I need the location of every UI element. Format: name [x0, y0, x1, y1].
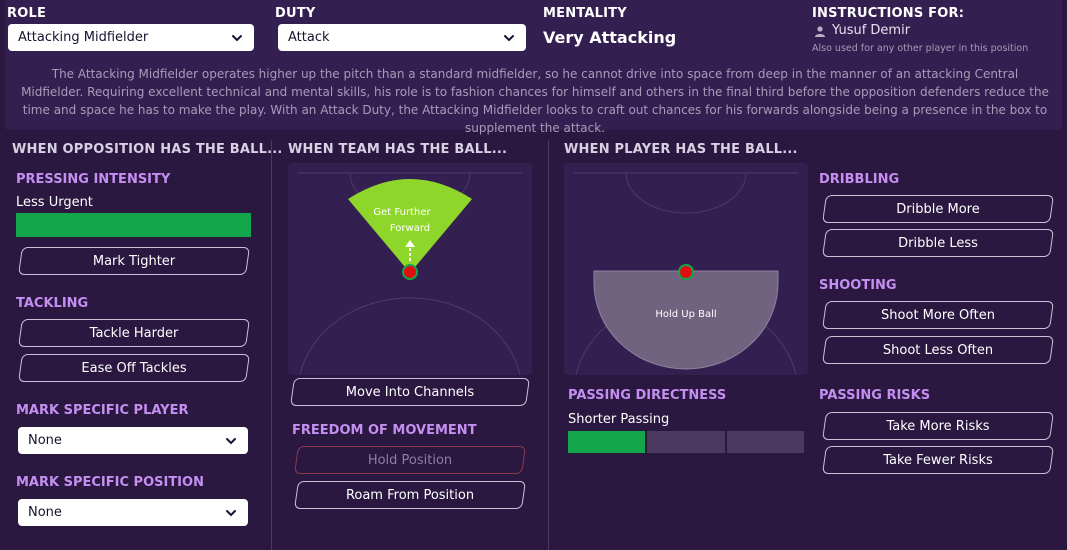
- duty-select-value: Attack: [288, 30, 330, 45]
- chevron-down-icon: [504, 34, 514, 41]
- passing-directness-segment[interactable]: [568, 431, 646, 453]
- hold-up-ball-zone[interactable]: [593, 270, 779, 370]
- user-icon: [815, 25, 825, 37]
- mark-tighter-button[interactable]: Mark Tighter: [20, 247, 248, 275]
- dribbling-title: DRIBBLING: [819, 172, 900, 187]
- take-more-risks-button[interactable]: Take More Risks: [824, 412, 1052, 440]
- shoot-less-often-button[interactable]: Shoot Less Often: [824, 336, 1052, 364]
- player-pitch: Hold Up Ball: [564, 163, 808, 375]
- pressing-intensity-value: Less Urgent: [16, 195, 93, 210]
- player-position-marker: [402, 264, 418, 280]
- mark-specific-player-title: MARK SPECIFIC PLAYER: [16, 403, 189, 418]
- take-fewer-risks-button[interactable]: Take Fewer Risks: [824, 446, 1052, 474]
- zone-label-line1: Get Further: [373, 207, 431, 218]
- mark-specific-player-select[interactable]: None: [18, 427, 248, 454]
- pitch-lines: Hold Up Ball: [574, 172, 798, 375]
- role-select-value: Attacking Midfielder: [18, 30, 149, 45]
- duty-label: DUTY: [275, 6, 316, 21]
- freedom-of-movement-title: FREEDOM OF MOVEMENT: [292, 423, 477, 438]
- ease-off-tackles-button[interactable]: Ease Off Tackles: [20, 354, 248, 382]
- tackling-title: TACKLING: [16, 296, 89, 311]
- team-pitch: Get Further Forward: [288, 163, 532, 375]
- passing-directness-segment[interactable]: [647, 431, 725, 453]
- passing-directness-title: PASSING DIRECTNESS: [568, 388, 727, 403]
- tackle-harder-button[interactable]: Tackle Harder: [20, 319, 248, 347]
- passing-directness-value: Shorter Passing: [568, 412, 670, 427]
- hold-position-button[interactable]: Hold Position: [296, 446, 524, 474]
- passing-risks-title: PASSING RISKS: [819, 388, 931, 403]
- mark-specific-player-value: None: [28, 433, 62, 448]
- pressing-intensity-track[interactable]: [16, 213, 251, 237]
- duty-select[interactable]: Attack: [278, 24, 526, 51]
- zone-label-line2: Forward: [390, 223, 430, 234]
- mark-specific-position-value: None: [28, 505, 62, 520]
- player-position-marker: [678, 264, 694, 280]
- player-link[interactable]: Yusuf Demir: [814, 23, 910, 38]
- pressing-intensity-bar: [16, 213, 251, 237]
- role-label: ROLE: [7, 6, 47, 21]
- roam-from-position-button[interactable]: Roam From Position: [296, 481, 524, 509]
- shooting-title: SHOOTING: [819, 278, 897, 293]
- dribble-less-button[interactable]: Dribble Less: [824, 229, 1052, 257]
- column-divider: [271, 140, 272, 550]
- chevron-down-icon: [226, 437, 236, 444]
- role-select[interactable]: Attacking Midfielder: [8, 24, 254, 51]
- role-description: The Attacking Midfielder operates higher…: [21, 67, 1049, 135]
- dribble-more-button[interactable]: Dribble More: [824, 195, 1052, 223]
- player-note: Also used for any other player in this p…: [812, 43, 1029, 54]
- passing-directness-segment[interactable]: [726, 431, 804, 453]
- instructions-for-label: INSTRUCTIONS FOR:: [812, 6, 965, 21]
- column-divider: [548, 140, 549, 550]
- chevron-down-icon: [232, 34, 242, 41]
- passing-directness-track[interactable]: [568, 431, 804, 453]
- hold-up-ball-label: Hold Up Ball: [655, 309, 716, 320]
- pitch-lines: Get Further Forward: [298, 172, 522, 375]
- pressing-intensity-title: PRESSING INTENSITY: [16, 172, 171, 187]
- mentality-value: Very Attacking: [543, 28, 677, 47]
- mark-specific-position-title: MARK SPECIFIC POSITION: [16, 475, 204, 490]
- player-section-title: WHEN PLAYER HAS THE BALL...: [564, 142, 798, 157]
- shoot-more-often-button[interactable]: Shoot More Often: [824, 301, 1052, 329]
- mentality-label: MENTALITY: [543, 6, 627, 21]
- mark-specific-position-select[interactable]: None: [18, 499, 248, 526]
- move-into-channels-button[interactable]: Move Into Channels: [292, 378, 528, 406]
- player-name: Yusuf Demir: [832, 23, 911, 38]
- team-section-title: WHEN TEAM HAS THE BALL...: [288, 142, 508, 157]
- opposition-section-title: WHEN OPPOSITION HAS THE BALL...: [12, 142, 283, 157]
- chevron-down-icon: [226, 509, 236, 516]
